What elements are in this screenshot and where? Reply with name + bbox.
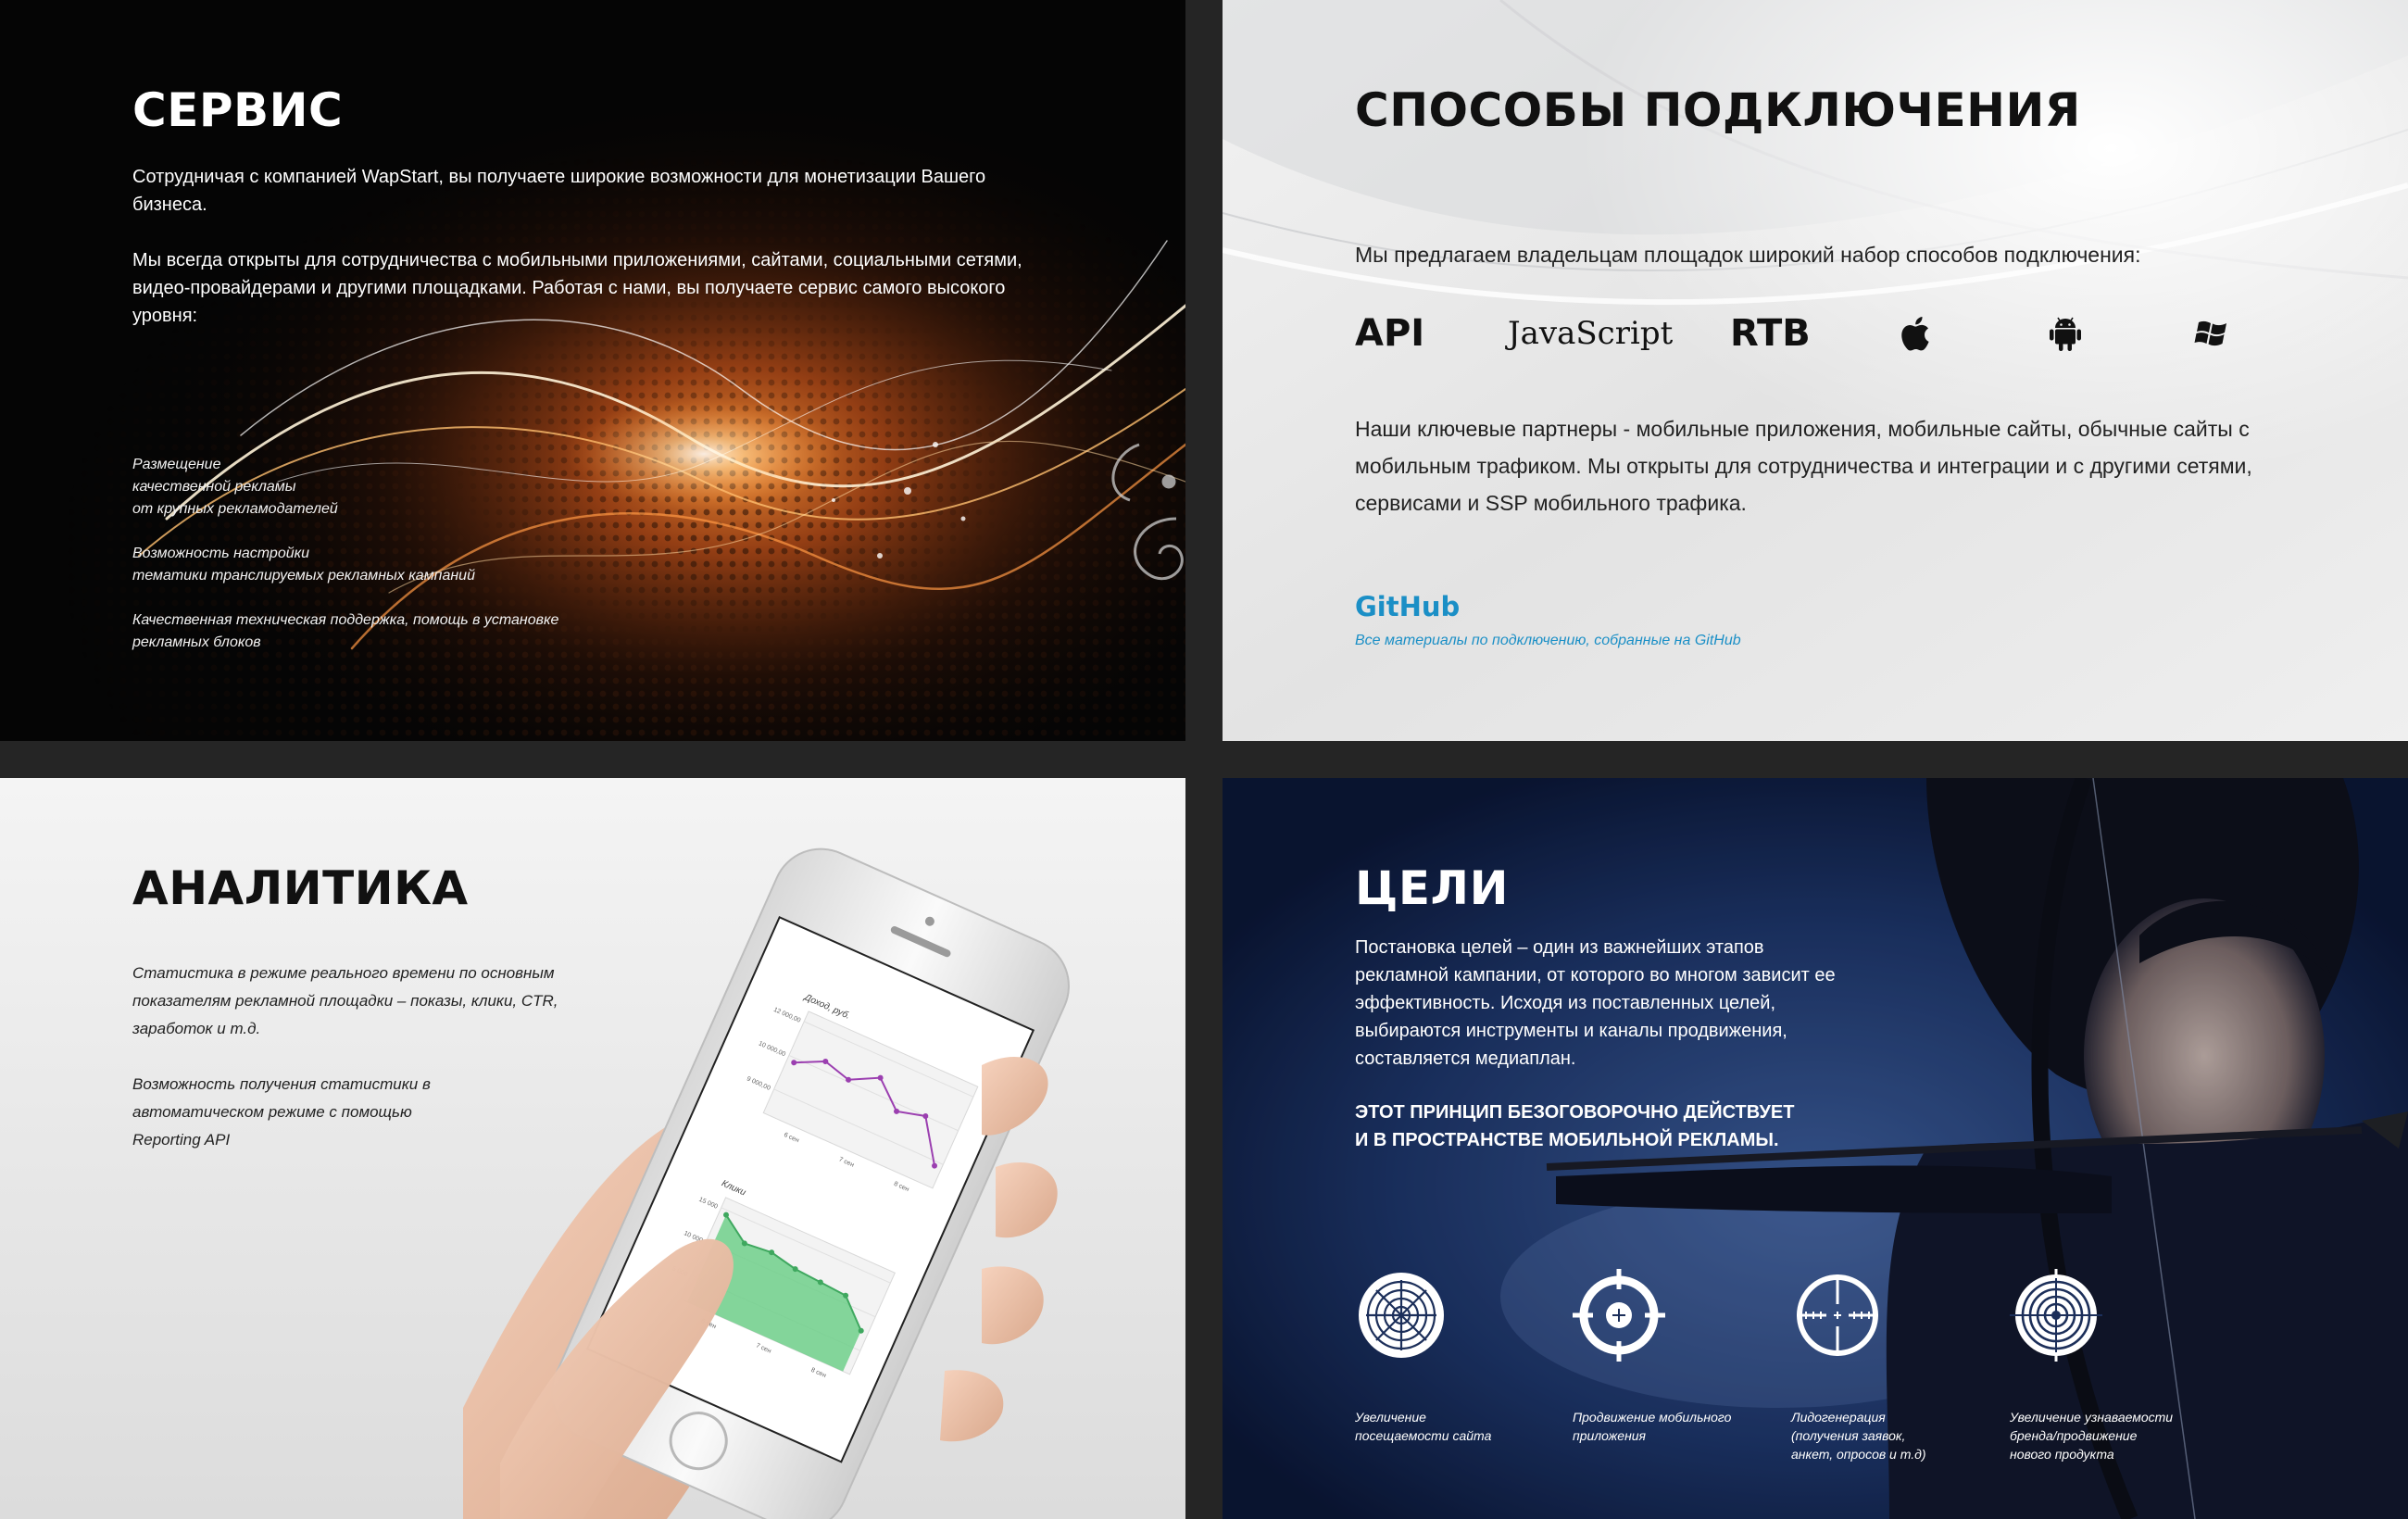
goal-label-lead-generation: Лидогенерация (получения заявок, анкет, … — [1791, 1410, 1926, 1462]
crosshair-sight-icon — [1797, 1274, 1878, 1356]
service-feature-support: Качественная техническая поддержка, помо… — [132, 612, 559, 650]
crosshair-plus-icon — [1573, 1269, 1665, 1362]
windows-icon — [2193, 306, 2230, 361]
apple-icon — [1899, 306, 1936, 361]
github-link[interactable]: GitHub — [1355, 591, 1460, 622]
goals-description: Постановка целей – один из важнейших эта… — [1355, 937, 1836, 1069]
method-api: API — [1355, 312, 1425, 355]
goals-principle: Этот принцип безоговорочно действует и в… — [1355, 1102, 1795, 1150]
android-icon — [2047, 306, 2084, 361]
method-rtb: RTB — [1730, 312, 1811, 355]
target-circles-icon — [1359, 1273, 1444, 1358]
service-feature-targeting: Возможность настройки тематики транслиру… — [132, 546, 475, 584]
service-paragraph-2: Мы всегда открыты для сотрудничества с м… — [132, 250, 1022, 326]
hand-finger-4 — [940, 1370, 1004, 1442]
analytics-text-reporting-api: Возможность получения статистики в автом… — [132, 1075, 431, 1149]
connect-partners-text: Наши ключевые партнеры - мобильные прило… — [1355, 417, 2252, 515]
goals-panel: ЦЕЛИ Постановка целей – один из важнейши… — [1223, 778, 2408, 1519]
connect-title: СПОСОБЫ ПОДКЛЮЧЕНИЯ — [1355, 83, 2081, 137]
hand-finger-2 — [996, 1161, 1058, 1238]
goal-label-brand-awareness: Увеличение узнаваемости бренда/продвижен… — [2010, 1410, 2174, 1462]
connect-intro: Мы предлагаем владельцам площадок широки… — [1355, 243, 2141, 267]
analytics-panel: АНАЛИТИКА Статистика в режиме реального … — [0, 778, 1185, 1519]
connect-panel: СПОСОБЫ ПОДКЛЮЧЕНИЯ Мы предлагаем владел… — [1223, 0, 2408, 741]
goal-site-traffic: Увеличение посещаемости сайта — [1355, 1269, 1577, 1443]
service-feature-ads: Размещение качественной рекламы от крупн… — [132, 457, 338, 517]
github-description: Все материалы по подключению, собранные … — [1355, 633, 1741, 648]
connection-methods: API JavaScript RTB — [1355, 306, 2281, 361]
phone-in-hand-illustration: Доход, руб. 12 000,00 10 000,00 9 000,00 6 с… — [426, 815, 1167, 1519]
method-javascript: JavaScript — [1508, 315, 1674, 352]
goal-label-site-traffic: Увеличение посещаемости сайта — [1355, 1410, 1492, 1443]
analytics-title: АНАЛИТИКА — [132, 861, 469, 915]
hand-finger-1 — [982, 1057, 1048, 1136]
goal-lead-generation: Лидогенерация (получения заявок, анкет, … — [1791, 1269, 2013, 1462]
goal-label-app-promotion: Продвижение мобильного приложения — [1573, 1410, 1732, 1443]
goals-title: ЦЕЛИ — [1355, 861, 1509, 915]
service-title: СЕРВИС — [132, 83, 344, 137]
bullseye-icon — [2010, 1269, 2102, 1362]
service-panel: СЕРВИС Сотрудничая с компанией WapStart,… — [0, 0, 1185, 741]
goal-brand-awareness: Увеличение узнаваемости бренда/продвижен… — [2010, 1269, 2232, 1462]
goal-app-promotion: Продвижение мобильного приложения — [1573, 1269, 1795, 1443]
hand-finger-3 — [982, 1266, 1044, 1345]
service-paragraph-1: Сотрудничая с компанией WapStart, вы пол… — [132, 167, 986, 215]
